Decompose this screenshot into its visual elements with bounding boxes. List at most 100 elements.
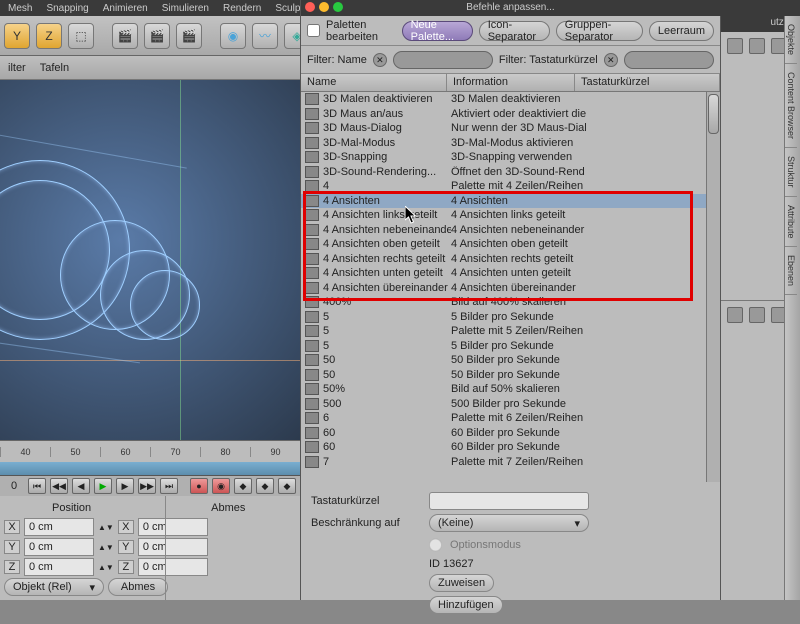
command-icon bbox=[305, 282, 319, 294]
list-item[interactable]: 5050 Bilder pro Sekunde bbox=[301, 353, 720, 368]
list-item[interactable]: 6060 Bilder pro Sekunde bbox=[301, 426, 720, 441]
command-info: 60 Bilder pro Sekunde bbox=[451, 441, 631, 453]
dim-z-input[interactable] bbox=[138, 558, 208, 576]
header-shortcut[interactable]: Tastaturkürzel bbox=[575, 74, 720, 91]
filter-name-input[interactable] bbox=[393, 51, 493, 69]
list-item[interactable]: 50%Bild auf 50% skalieren bbox=[301, 382, 720, 397]
tab-content-browser[interactable]: Content Browser bbox=[785, 64, 797, 148]
tab-ebenen[interactable]: Ebenen bbox=[785, 247, 797, 295]
lock-icon[interactable] bbox=[727, 307, 743, 323]
tab-objekte[interactable]: Objekte bbox=[785, 16, 797, 64]
tab-attribute[interactable]: Attribute bbox=[785, 197, 797, 248]
restrict-select[interactable]: (Keine)▾ bbox=[429, 514, 589, 532]
list-item[interactable]: 5050 Bilder pro Sekunde bbox=[301, 368, 720, 383]
clear-shortcut-filter-button[interactable]: ✕ bbox=[604, 53, 618, 67]
minimize-icon[interactable] bbox=[319, 2, 329, 12]
menu-simulieren[interactable]: Simulieren bbox=[162, 3, 209, 14]
eye-icon[interactable] bbox=[749, 307, 765, 323]
axis-z-button[interactable]: Z bbox=[36, 23, 62, 49]
3d-viewport[interactable] bbox=[0, 80, 300, 480]
list-item[interactable]: 3D-Mal-Modus3D-Mal-Modus aktivieren bbox=[301, 136, 720, 151]
icon-separator-button[interactable]: Icon-Separator bbox=[479, 21, 550, 41]
close-icon[interactable] bbox=[305, 2, 315, 12]
clapper2-icon[interactable]: 🎬 bbox=[144, 23, 170, 49]
spacer-button[interactable]: Leerraum bbox=[649, 21, 714, 41]
list-item[interactable]: 6060 Bilder pro Sekunde bbox=[301, 440, 720, 455]
clapper-icon[interactable]: 🎬 bbox=[112, 23, 138, 49]
play-button[interactable]: ▶ bbox=[94, 478, 112, 494]
zoom-icon[interactable] bbox=[333, 2, 343, 12]
dim-x-input[interactable] bbox=[138, 518, 208, 536]
timeline-ruler[interactable]: 40 50 60 70 80 90 bbox=[0, 440, 300, 462]
list-item[interactable]: 6Palette mit 6 Zeilen/Reihen bbox=[301, 411, 720, 426]
list-item[interactable]: 3D Maus an/ausAktiviert oder deaktiviert… bbox=[301, 107, 720, 122]
list-item[interactable]: 4 Ansichten links geteilt4 Ansichten lin… bbox=[301, 208, 720, 223]
assign-button[interactable]: Zuweisen bbox=[429, 574, 494, 592]
list-item[interactable]: 7Palette mit 7 Zeilen/Reihen bbox=[301, 455, 720, 470]
pos-x-input[interactable] bbox=[24, 518, 94, 536]
step-back-button[interactable]: ◀◀ bbox=[50, 478, 68, 494]
list-item[interactable]: 3D-Sound-Rendering...Öffnet den 3D-Sound… bbox=[301, 165, 720, 180]
prev-frame-button[interactable]: ◀ bbox=[72, 478, 90, 494]
list-item[interactable]: 3D Maus-DialogNur wenn der 3D Maus-Dial bbox=[301, 121, 720, 136]
menu-rendern[interactable]: Rendern bbox=[223, 3, 261, 14]
tab-tafeln[interactable]: Tafeln bbox=[40, 62, 69, 74]
menu-animieren[interactable]: Animieren bbox=[103, 3, 148, 14]
goto-start-button[interactable]: ⏮ bbox=[28, 478, 46, 494]
list-item[interactable]: 4 Ansichten oben geteilt4 Ansichten oben… bbox=[301, 237, 720, 252]
list-item[interactable]: 5Palette mit 5 Zeilen/Reihen bbox=[301, 324, 720, 339]
list-item[interactable]: 3D Malen deaktivieren3D Malen deaktivier… bbox=[301, 92, 720, 107]
list-item[interactable]: 500500 Bilder pro Sekunde bbox=[301, 397, 720, 412]
coord-mode-select[interactable]: Objekt (Rel)▾ bbox=[4, 578, 104, 596]
pos-z-input[interactable] bbox=[24, 558, 94, 576]
shortcut-input[interactable] bbox=[429, 492, 589, 510]
clear-name-filter-button[interactable]: ✕ bbox=[373, 53, 387, 67]
list-item[interactable]: 55 Bilder pro Sekunde bbox=[301, 339, 720, 354]
scrollbar-thumb[interactable] bbox=[708, 94, 719, 134]
spline-icon[interactable]: 〰 bbox=[252, 23, 278, 49]
dim-y-input[interactable] bbox=[138, 538, 208, 556]
axis-y-button[interactable]: Y bbox=[4, 23, 30, 49]
cube-icon[interactable]: ◉ bbox=[220, 23, 246, 49]
search-icon[interactable] bbox=[749, 38, 765, 54]
list-item[interactable]: 4Palette mit 4 Zeilen/Reihen bbox=[301, 179, 720, 194]
header-info[interactable]: Information bbox=[447, 74, 575, 91]
command-list[interactable]: 3D Malen deaktivieren3D Malen deaktivier… bbox=[301, 92, 720, 482]
list-item[interactable]: 3D-Snapping3D-Snapping verwenden bbox=[301, 150, 720, 165]
next-frame-button[interactable]: ▶ bbox=[116, 478, 134, 494]
x-label: X bbox=[4, 520, 20, 534]
group-separator-button[interactable]: Gruppen-Separator bbox=[556, 21, 643, 41]
list-item[interactable]: 4 Ansichten nebeneinander4 Ansichten neb… bbox=[301, 223, 720, 238]
list-item[interactable]: 4 Ansichten unten geteilt4 Ansichten unt… bbox=[301, 266, 720, 281]
key-scale-button[interactable]: ◆ bbox=[278, 478, 296, 494]
tab-struktur[interactable]: Struktur bbox=[785, 148, 797, 197]
add-button[interactable]: Hinzufügen bbox=[429, 596, 503, 614]
home-icon[interactable] bbox=[727, 38, 743, 54]
dimension-button[interactable]: Abmes bbox=[108, 578, 168, 596]
record-button[interactable]: ● bbox=[190, 478, 208, 494]
edit-palettes-checkbox[interactable] bbox=[307, 24, 320, 37]
list-headers: Name Information Tastaturkürzel bbox=[301, 74, 720, 92]
list-item[interactable]: 55 Bilder pro Sekunde bbox=[301, 310, 720, 325]
pos-y-input[interactable] bbox=[24, 538, 94, 556]
list-scrollbar[interactable] bbox=[706, 92, 720, 482]
key-rot-button[interactable]: ◆ bbox=[256, 478, 274, 494]
goto-end-button[interactable]: ⏭ bbox=[160, 478, 178, 494]
key-pos-button[interactable]: ◆ bbox=[234, 478, 252, 494]
list-item[interactable]: 400%Bild auf 400% skalieren bbox=[301, 295, 720, 310]
menu-snapping[interactable]: Snapping bbox=[46, 3, 88, 14]
new-palette-button[interactable]: Neue Palette... bbox=[402, 21, 473, 41]
list-item[interactable]: 4 Ansichten übereinander4 Ansichten über… bbox=[301, 281, 720, 296]
clapper3-icon[interactable]: 🎬 bbox=[176, 23, 202, 49]
header-name[interactable]: Name bbox=[301, 74, 447, 91]
list-item[interactable]: 4 Ansichten rechts geteilt4 Ansichten re… bbox=[301, 252, 720, 267]
command-name: 60 bbox=[323, 427, 451, 439]
autokey-button[interactable]: ◉ bbox=[212, 478, 230, 494]
menu-mesh[interactable]: Mesh bbox=[8, 3, 32, 14]
coord-icon[interactable]: ⬚ bbox=[68, 23, 94, 49]
tab-filter[interactable]: ilter bbox=[8, 62, 26, 74]
list-item[interactable]: 4 Ansichten4 Ansichten bbox=[301, 194, 720, 209]
timeline-bar[interactable] bbox=[0, 462, 300, 476]
step-fwd-button[interactable]: ▶▶ bbox=[138, 478, 156, 494]
filter-shortcut-input[interactable] bbox=[624, 51, 714, 69]
